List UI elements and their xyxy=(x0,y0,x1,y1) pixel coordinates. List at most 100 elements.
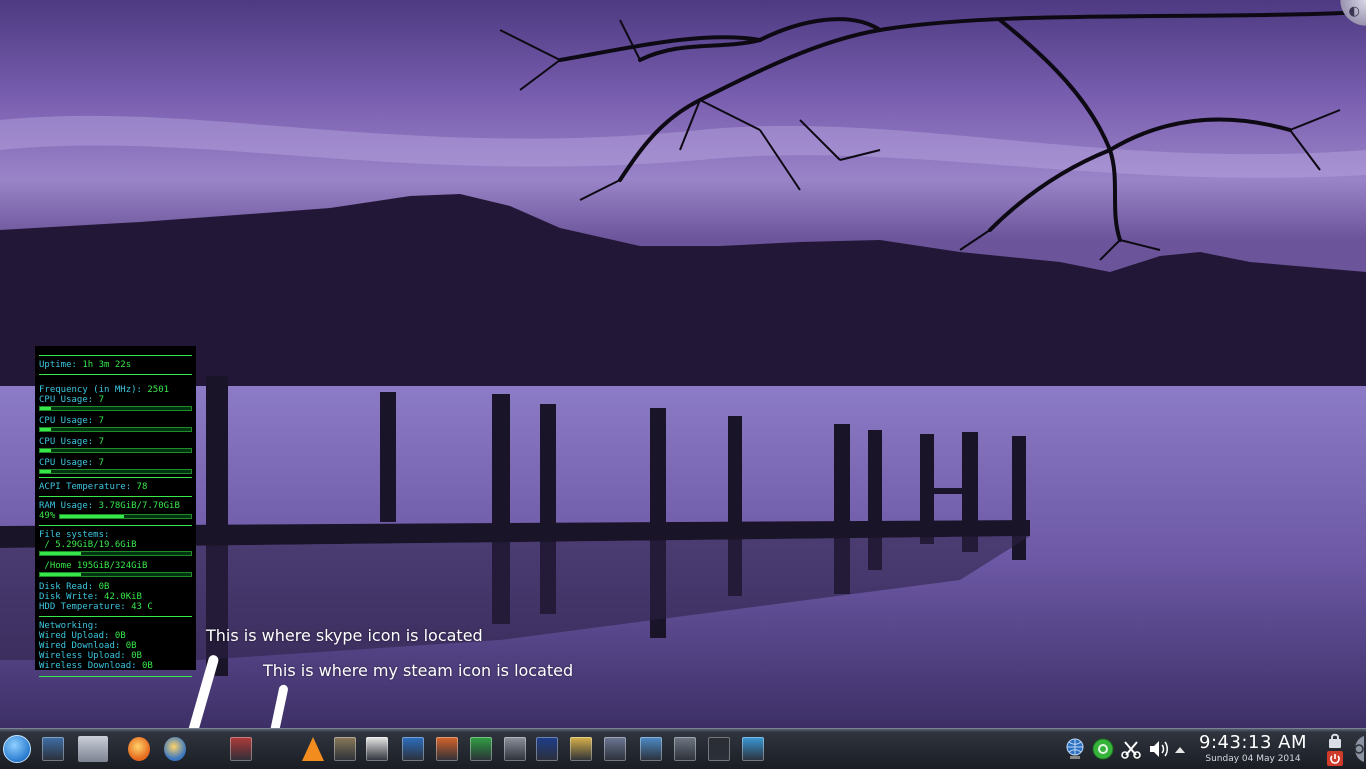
uptime-value: 1h 3m 22s xyxy=(82,360,132,370)
hidden-skype-icon[interactable] xyxy=(196,734,226,764)
uptime-row: Uptime: 1h 3m 22s xyxy=(39,360,192,370)
disk-read-row: Disk Read: 0B xyxy=(39,582,192,592)
disk-write-label: Disk Write: xyxy=(39,592,99,602)
ram-value: 3.78GiB/7.70GiB xyxy=(98,501,180,511)
frequency-label: Frequency (in MHz): xyxy=(39,385,142,395)
thunderbird-icon[interactable] xyxy=(160,734,190,764)
steam-annotation: This is where my steam icon is located xyxy=(263,661,574,680)
frequency-value: 2501 xyxy=(147,385,170,395)
hdd-temp-value: 43 C xyxy=(131,602,153,612)
acpi-label: ACPI Temperature: xyxy=(39,482,132,492)
acpi-temperature-row: ACPI Temperature: 78 xyxy=(39,482,192,492)
package-manager-icon[interactable] xyxy=(636,734,666,764)
monitor-separator xyxy=(39,676,192,677)
hidden-steam-icon[interactable] xyxy=(262,734,292,764)
wired-download-value: 0B xyxy=(125,641,137,651)
wired-download-label: Wired Download: xyxy=(39,641,121,651)
panel-toolbox-icon[interactable] xyxy=(1344,734,1366,764)
frequency-row: Frequency (in MHz): 2501 xyxy=(39,385,192,395)
acpi-value: 78 xyxy=(136,482,148,492)
cpu-value: 7 xyxy=(98,437,105,447)
uptime-label: Uptime: xyxy=(39,360,77,370)
impress-icon[interactable] xyxy=(432,734,462,764)
disk-write-value: 42.0KiB xyxy=(104,592,142,602)
gimp-icon[interactable] xyxy=(330,734,360,764)
hdd-temp-label: HDD Temperature: xyxy=(39,602,126,612)
skype-annotation: This is where skype icon is located xyxy=(206,626,483,645)
disk-read-label: Disk Read: xyxy=(39,582,94,592)
vlc-icon[interactable] xyxy=(298,734,328,764)
calculator-icon[interactable] xyxy=(500,734,530,764)
file-manager-icon[interactable] xyxy=(78,734,108,764)
wireless-download-value: 0B xyxy=(141,661,153,671)
cpu-label: CPU Usage: xyxy=(39,458,94,468)
fs-home-usage: /Home 195GiB/324GiB xyxy=(39,561,148,571)
wireless-upload-label: Wireless Upload: xyxy=(39,651,126,661)
fs-root-usage: / 5.29GiB/19.6GiB xyxy=(39,540,137,550)
wireless-upload-value: 0B xyxy=(131,651,142,661)
wireless-download-label: Wireless Download: xyxy=(39,661,137,671)
cpu-value: 7 xyxy=(98,395,105,405)
disk-read-value: 0B xyxy=(98,582,110,592)
green-status-icon[interactable] xyxy=(1088,734,1118,764)
monitor-separator xyxy=(39,355,192,356)
taskbar-panel: 9:43:13 AM Sunday 04 May 2014 xyxy=(0,728,1366,769)
monitor-separator xyxy=(39,496,192,497)
cpu-usage-row: CPU Usage: 7 xyxy=(39,458,192,468)
fs-root-bar xyxy=(39,551,192,556)
cpu-usage-list: CPU Usage: 7 CPU Usage: 7 CPU Usage: 7 CPU … xyxy=(39,395,192,474)
cpu-label: CPU Usage: xyxy=(39,437,94,447)
firefox-icon[interactable] xyxy=(124,734,154,764)
hdd-temp-row: HDD Temperature: 43 C xyxy=(39,602,192,612)
kde-menu-icon[interactable] xyxy=(2,734,32,764)
toolbox-icon: ◐ xyxy=(1348,4,1360,19)
fs-home-bar xyxy=(39,572,192,577)
ram-percent: 49% xyxy=(39,511,56,521)
ram-percent-row: 49% xyxy=(39,511,192,521)
ram-usage-bar xyxy=(59,513,192,519)
wired-upload-value: 0B xyxy=(114,631,126,641)
wired-download-row: Wired Download: 0B xyxy=(39,641,192,651)
wireless-upload-row: Wireless Upload: 0B xyxy=(39,651,192,661)
calc-icon[interactable] xyxy=(466,734,496,764)
desktop-toolbox-button[interactable]: ◐ xyxy=(1336,0,1366,30)
install-icon[interactable] xyxy=(226,734,256,764)
cpu-usage-row: CPU Usage: 7 xyxy=(39,437,192,447)
cpu-value: 7 xyxy=(98,416,105,426)
scissors-icon[interactable] xyxy=(1116,734,1146,764)
settings-tools-icon[interactable] xyxy=(566,734,596,764)
wired-upload-label: Wired Upload: xyxy=(39,631,110,641)
monitor-separator xyxy=(39,525,192,526)
cpu-value: 7 xyxy=(98,458,105,468)
monitor-separator xyxy=(39,616,192,617)
monitor-icon[interactable] xyxy=(670,734,700,764)
monitor-separator xyxy=(39,374,192,375)
desktop-wallpaper xyxy=(0,0,1366,728)
wired-upload-row: Wired Upload: 0B xyxy=(39,631,192,641)
terminal-icon[interactable] xyxy=(704,734,734,764)
cpu-usage-row: CPU Usage: 7 xyxy=(39,395,192,405)
system-monitor-widget: Uptime: 1h 3m 22s Frequency (in MHz): 25… xyxy=(35,346,196,677)
cpu-usage-bar xyxy=(39,448,192,453)
desktop-icon[interactable] xyxy=(38,734,68,764)
disk-write-row: Disk Write: 42.0KiB xyxy=(39,592,192,602)
game-controller-icon[interactable] xyxy=(600,734,630,764)
clock-time: 9:43:13 AM xyxy=(1199,732,1307,753)
text-editor-icon[interactable] xyxy=(362,734,392,764)
up-arrow-icon[interactable] xyxy=(1170,734,1190,764)
monitor-separator xyxy=(39,477,192,478)
ram-usage-row: RAM Usage: 3.78GiB/7.70GiB xyxy=(39,501,192,511)
clock-date: Sunday 04 May 2014 xyxy=(1205,754,1301,764)
ram-label: RAM Usage: xyxy=(39,501,94,511)
cpu-usage-row: CPU Usage: 7 xyxy=(39,416,192,426)
cpu-usage-bar xyxy=(39,406,192,411)
globe-network-icon[interactable] xyxy=(1060,734,1090,764)
cpu-usage-bar xyxy=(39,427,192,432)
aussie-game-icon[interactable] xyxy=(532,734,562,764)
system-monitor-icon[interactable] xyxy=(738,734,768,764)
networking-label: Networking: xyxy=(39,621,99,631)
cpu-label: CPU Usage: xyxy=(39,416,94,426)
digital-clock[interactable]: 9:43:13 AM Sunday 04 May 2014 xyxy=(1192,733,1314,765)
writer-icon[interactable] xyxy=(398,734,428,764)
filesystems-label: File systems: xyxy=(39,530,110,540)
